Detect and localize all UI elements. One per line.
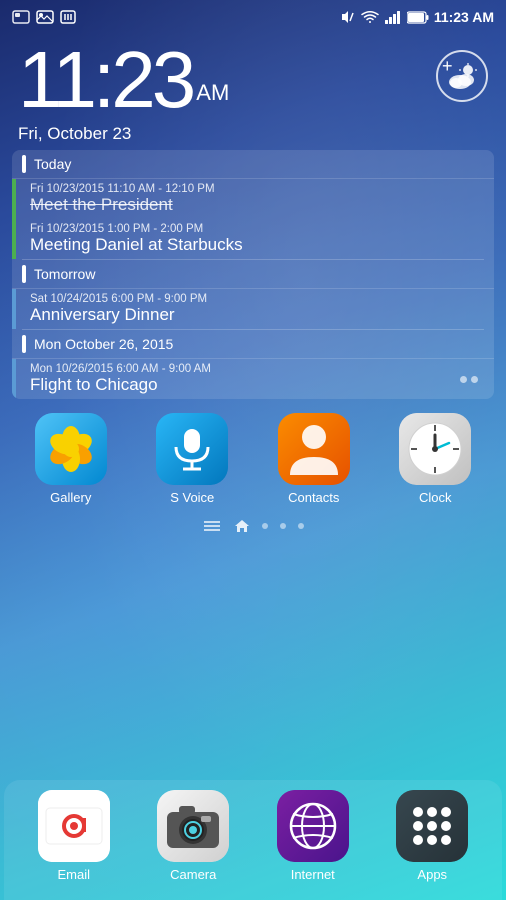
clock-widget: 11:23 AM + bbox=[0, 32, 506, 124]
date-label: Fri, October 23 bbox=[0, 124, 506, 150]
clock-ampm: AM bbox=[196, 80, 229, 106]
today-section-header: Today bbox=[12, 150, 494, 179]
event-anniversary-time: Sat 10/24/2015 6:00 PM - 9:00 PM bbox=[30, 293, 484, 305]
app-contacts[interactable]: Contacts bbox=[264, 413, 364, 505]
status-bar: 11:23 AM bbox=[0, 0, 506, 32]
app-clock[interactable]: Clock bbox=[385, 413, 485, 505]
signal-icon bbox=[384, 10, 402, 24]
event-anniversary-title: Anniversary Dinner bbox=[30, 305, 484, 325]
weather-icon[interactable]: + bbox=[436, 50, 488, 102]
bottom-dock: Email bbox=[4, 780, 502, 900]
svoice-icon[interactable] bbox=[156, 413, 228, 485]
mon-bar bbox=[22, 335, 26, 353]
clock-time: 11:23 bbox=[18, 40, 192, 120]
app-camera[interactable]: Camera bbox=[143, 790, 243, 882]
nav-dot-3[interactable] bbox=[298, 523, 304, 529]
battery-icon bbox=[407, 11, 429, 24]
event-meet-president-title: Meet the President bbox=[30, 195, 484, 215]
today-label: Today bbox=[34, 156, 71, 172]
email-label: Email bbox=[57, 867, 90, 882]
tomorrow-section-header: Tomorrow bbox=[12, 260, 494, 289]
screenshot-icon bbox=[12, 10, 30, 24]
overflow-dot-1 bbox=[460, 376, 467, 383]
nav-dots bbox=[0, 513, 506, 543]
weather-widget[interactable]: + bbox=[436, 50, 488, 102]
status-icons-right: 11:23 AM bbox=[340, 9, 494, 25]
contacts-icon[interactable] bbox=[278, 413, 350, 485]
app-svoice[interactable]: S Voice bbox=[142, 413, 242, 505]
status-time: 11:23 AM bbox=[434, 9, 494, 25]
app-internet[interactable]: Internet bbox=[263, 790, 363, 882]
apps-icon[interactable] bbox=[396, 790, 468, 862]
clock-label: Clock bbox=[419, 490, 452, 505]
event-meet-president-time: Fri 10/23/2015 11:10 AM - 12:10 PM bbox=[30, 183, 484, 195]
apps-label: Apps bbox=[417, 867, 447, 882]
mute-icon bbox=[340, 9, 356, 25]
app-email[interactable]: Email bbox=[24, 790, 124, 882]
status-icons-left bbox=[12, 10, 76, 24]
mon-section-header: Mon October 26, 2015 bbox=[12, 330, 494, 359]
weather-plus-icon: + bbox=[442, 56, 453, 77]
overflow-dot-2 bbox=[471, 376, 478, 383]
internet-icon[interactable] bbox=[277, 790, 349, 862]
event-anniversary[interactable]: Sat 10/24/2015 6:00 PM - 9:00 PM Anniver… bbox=[12, 289, 494, 329]
event-meeting-daniel-title: Meeting Daniel at Starbucks bbox=[30, 235, 484, 255]
internet-label: Internet bbox=[291, 867, 335, 882]
app-gallery[interactable]: Gallery bbox=[21, 413, 121, 505]
email-icon[interactable] bbox=[38, 790, 110, 862]
sim-icon bbox=[60, 10, 76, 24]
event-meeting-daniel-time: Fri 10/23/2015 1:00 PM - 2:00 PM bbox=[30, 223, 484, 235]
svoice-label: S Voice bbox=[170, 490, 214, 505]
nav-dot-2[interactable] bbox=[280, 523, 286, 529]
nav-menu-icon bbox=[202, 519, 222, 533]
gallery-label: Gallery bbox=[50, 490, 91, 505]
tomorrow-bar bbox=[22, 265, 26, 283]
contacts-label: Contacts bbox=[288, 490, 339, 505]
nav-home-icon[interactable] bbox=[234, 519, 250, 533]
app-apps[interactable]: Apps bbox=[382, 790, 482, 882]
calendar-widget[interactable]: Today Fri 10/23/2015 11:10 AM - 12:10 PM… bbox=[12, 150, 494, 399]
today-bar bbox=[22, 155, 26, 173]
gallery-icon[interactable] bbox=[35, 413, 107, 485]
clock-display: 11:23 AM bbox=[18, 40, 229, 120]
event-meet-president[interactable]: Fri 10/23/2015 11:10 AM - 12:10 PM Meet … bbox=[12, 179, 494, 219]
mon-label: Mon October 26, 2015 bbox=[34, 336, 173, 352]
event-flight[interactable]: Mon 10/26/2015 6:00 AM - 9:00 AM Flight … bbox=[12, 359, 494, 399]
tomorrow-label: Tomorrow bbox=[34, 266, 95, 282]
clock-app-icon[interactable] bbox=[399, 413, 471, 485]
camera-label: Camera bbox=[170, 867, 216, 882]
nav-dot-1[interactable] bbox=[262, 523, 268, 529]
event-meeting-daniel[interactable]: Fri 10/23/2015 1:00 PM - 2:00 PM Meeting… bbox=[12, 219, 494, 259]
event-flight-time: Mon 10/26/2015 6:00 AM - 9:00 AM bbox=[30, 363, 460, 375]
camera-icon[interactable] bbox=[157, 790, 229, 862]
image-icon bbox=[36, 10, 54, 24]
event-flight-title: Flight to Chicago bbox=[30, 375, 460, 395]
wifi-icon bbox=[361, 10, 379, 24]
apps-row-1: Gallery bbox=[0, 399, 506, 513]
